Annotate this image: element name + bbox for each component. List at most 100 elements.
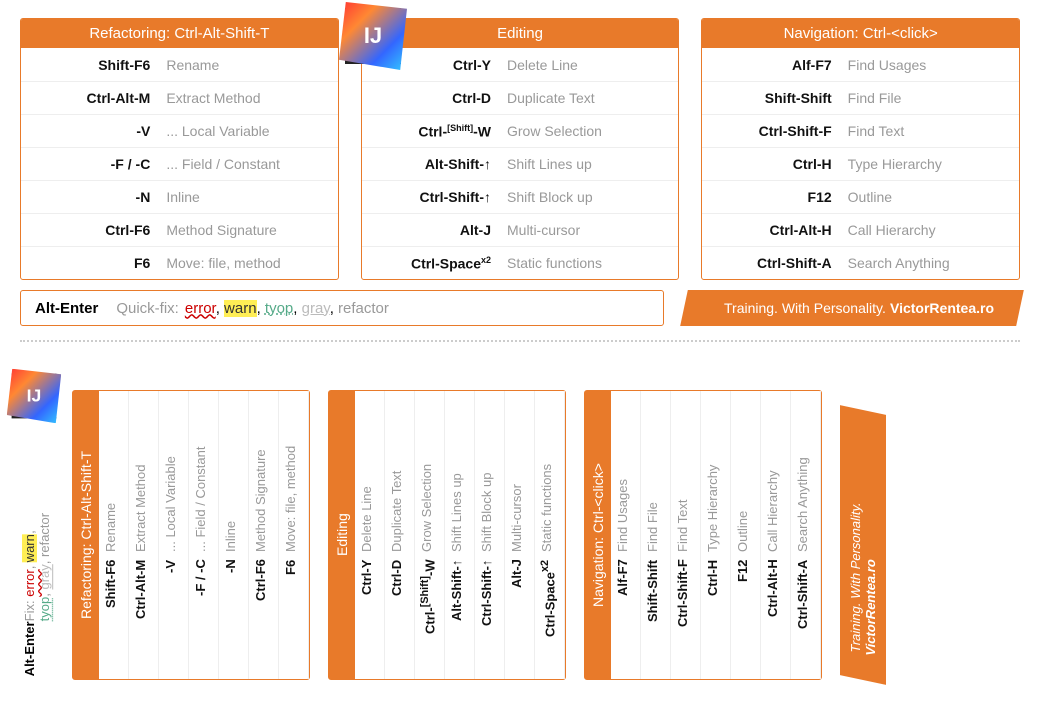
shortcut-key: Ctrl-Shift-↑	[479, 552, 500, 673]
shortcut-col: -V... Local Variable	[159, 391, 189, 679]
shortcut-row: Ctrl-Alt-HCall Hierarchy	[702, 213, 1019, 246]
shortcut-col: Alf-F7Find Usages	[611, 391, 641, 679]
shortcut-desc: Search Anything	[795, 397, 816, 552]
shortcut-key: Ctrl-F6	[253, 552, 274, 673]
editing-header: Editing	[362, 19, 679, 48]
shortcut-key: F12	[702, 189, 841, 205]
shortcut-key: Ctrl-H	[705, 552, 726, 673]
shortcut-key: Shift-Shift	[645, 552, 666, 673]
shortcut-desc: Method Signature	[253, 397, 274, 552]
shortcut-desc: Shift Lines up	[501, 156, 678, 172]
shortcut-desc: Outline	[735, 397, 756, 552]
shortcut-col: Ctrl-Spacex2Static functions	[535, 391, 565, 679]
shortcut-desc: ... Field / Constant	[160, 156, 337, 172]
shortcut-row: F6Move: file, method	[21, 246, 338, 279]
shortcut-desc: Multi-cursor	[501, 222, 678, 238]
refactoring-header: Refactoring: Ctrl-Alt-Shift-T	[21, 19, 338, 48]
shortcut-key: F6	[21, 255, 160, 271]
shortcut-col: Shift-F6Rename	[99, 391, 129, 679]
shortcut-desc: Inline	[223, 397, 244, 552]
shortcut-row: -NInline	[21, 180, 338, 213]
shortcut-desc: ... Local Variable	[160, 123, 337, 139]
shortcut-row: Alt-Shift-↑Shift Lines up	[362, 147, 679, 180]
editing-vcols: Ctrl-YDelete LineCtrl-DDuplicate TextCtr…	[355, 391, 565, 679]
shortcut-desc: Shift Block up	[501, 189, 678, 205]
shortcut-desc: Move: file, method	[160, 255, 337, 271]
editing-rows: Ctrl-YDelete LineCtrl-DDuplicate TextCtr…	[362, 48, 679, 279]
shortcut-key: F12	[735, 552, 756, 673]
shortcut-col: Ctrl-F6Method Signature	[249, 391, 279, 679]
shortcut-desc: Static functions	[539, 397, 560, 552]
shortcut-col: Ctrl-[Shift]-WGrow Selection	[415, 391, 445, 679]
shortcut-key: Alt-Shift-↑	[449, 552, 470, 673]
shortcut-key: -N	[21, 189, 160, 205]
shortcut-row: Ctrl-F6Method Signature	[21, 213, 338, 246]
shortcut-key: Ctrl-H	[702, 156, 841, 172]
shortcut-row: Ctrl-Shift-↑Shift Block up	[362, 180, 679, 213]
shortcut-key: -N	[223, 552, 244, 673]
divider	[20, 340, 1020, 342]
shortcut-desc: Find Usages	[615, 397, 636, 552]
shortcut-row: Shift-ShiftFind File	[702, 81, 1019, 114]
shortcut-row: Ctrl-HType Hierarchy	[702, 147, 1019, 180]
shortcut-row: Alf-F7Find Usages	[702, 48, 1019, 81]
shortcut-key: Ctrl-Y	[359, 552, 380, 673]
navigation-header: Navigation: Ctrl-<click>	[702, 19, 1019, 48]
quickfix-label: Quick-fix:	[116, 300, 179, 317]
shortcut-desc: Move: file, method	[283, 397, 304, 552]
shortcut-desc: Delete Line	[501, 57, 678, 73]
shortcut-key: Alt-Shift-↑	[362, 156, 501, 172]
refactoring-card-vertical: Refactoring: Ctrl-Alt-Shift-T Shift-F6Re…	[72, 390, 310, 680]
quickfix-box: Alt-Enter Quick-fix: error, warn, tyop, …	[20, 290, 664, 326]
shortcut-key: Shift-F6	[21, 57, 160, 73]
refactoring-vcols: Shift-F6RenameCtrl-Alt-MExtract Method-V…	[99, 391, 309, 679]
shortcut-key: F6	[283, 552, 304, 673]
shortcut-col: Ctrl-YDelete Line	[355, 391, 385, 679]
shortcut-desc: Call Hierarchy	[765, 397, 786, 552]
shortcut-key: Alf-F7	[702, 57, 841, 73]
shortcut-col: Alt-Shift-↑Shift Lines up	[445, 391, 475, 679]
quickfix-bar: Alt-Enter Quick-fix: error, warn, tyop, …	[20, 290, 1020, 326]
shortcut-key: -F / -C	[21, 156, 160, 172]
quickfix-values: error, warn, tyop, gray, refactor	[185, 300, 389, 317]
shortcut-row: Ctrl-DDuplicate Text	[362, 81, 679, 114]
shortcut-col: Ctrl-Alt-HCall Hierarchy	[761, 391, 791, 679]
shortcut-key: Shift-Shift	[702, 90, 841, 106]
shortcut-desc: ... Field / Constant	[193, 397, 214, 552]
shortcut-row: -F / -C... Field / Constant	[21, 147, 338, 180]
top-card-row: Refactoring: Ctrl-Alt-Shift-T Shift-F6Re…	[20, 18, 1020, 280]
shortcut-key: Ctrl-Shift-A	[795, 552, 816, 673]
shortcut-col: Ctrl-DDuplicate Text	[385, 391, 415, 679]
shortcut-desc: ... Local Variable	[163, 397, 184, 552]
shortcut-row: F12Outline	[702, 180, 1019, 213]
shortcut-col: Ctrl-HType Hierarchy	[701, 391, 731, 679]
shortcut-key: Ctrl-F6	[21, 222, 160, 238]
refactoring-rows: Shift-F6RenameCtrl-Alt-MExtract Method-V…	[21, 48, 338, 279]
shortcut-desc: Duplicate Text	[389, 397, 410, 552]
shortcut-row: -V... Local Variable	[21, 114, 338, 147]
shortcut-desc: Outline	[842, 189, 1019, 205]
navigation-card: Navigation: Ctrl-<click> Alf-F7Find Usag…	[701, 18, 1020, 280]
shortcut-desc: Search Anything	[842, 255, 1019, 271]
shortcut-desc: Find File	[645, 397, 666, 552]
shortcut-col: F6Move: file, method	[279, 391, 309, 679]
navigation-card-vertical: Navigation: Ctrl-<click> Alf-F7Find Usag…	[584, 390, 822, 680]
shortcut-desc: Delete Line	[359, 397, 380, 552]
shortcut-row: Ctrl-Shift-ASearch Anything	[702, 246, 1019, 279]
bottom-rotated-row: Alt-Enter Fix: error, warn, tyop, gray, …	[20, 352, 1020, 680]
refactoring-header-vertical: Refactoring: Ctrl-Alt-Shift-T	[73, 391, 99, 679]
shortcut-col: Shift-ShiftFind File	[641, 391, 671, 679]
shortcut-key: Ctrl-Shift-A	[702, 255, 841, 271]
shortcut-desc: Find Usages	[842, 57, 1019, 73]
shortcut-row: Ctrl-Shift-FFind Text	[702, 114, 1019, 147]
shortcut-desc: Grow Selection	[419, 397, 440, 552]
shortcut-col: Ctrl-Shift-ASearch Anything	[791, 391, 821, 679]
shortcut-row: Alt-JMulti-cursor	[362, 213, 679, 246]
shortcut-col: F12Outline	[731, 391, 761, 679]
shortcut-desc: Extract Method	[133, 397, 154, 552]
editing-card: Editing Ctrl-YDelete LineCtrl-DDuplicate…	[361, 18, 680, 280]
shortcut-desc: Find Text	[842, 123, 1019, 139]
navigation-vcols: Alf-F7Find UsagesShift-ShiftFind File Ctr…	[611, 391, 821, 679]
shortcut-key: Ctrl-D	[389, 552, 410, 673]
shortcut-desc: Extract Method	[160, 90, 337, 106]
